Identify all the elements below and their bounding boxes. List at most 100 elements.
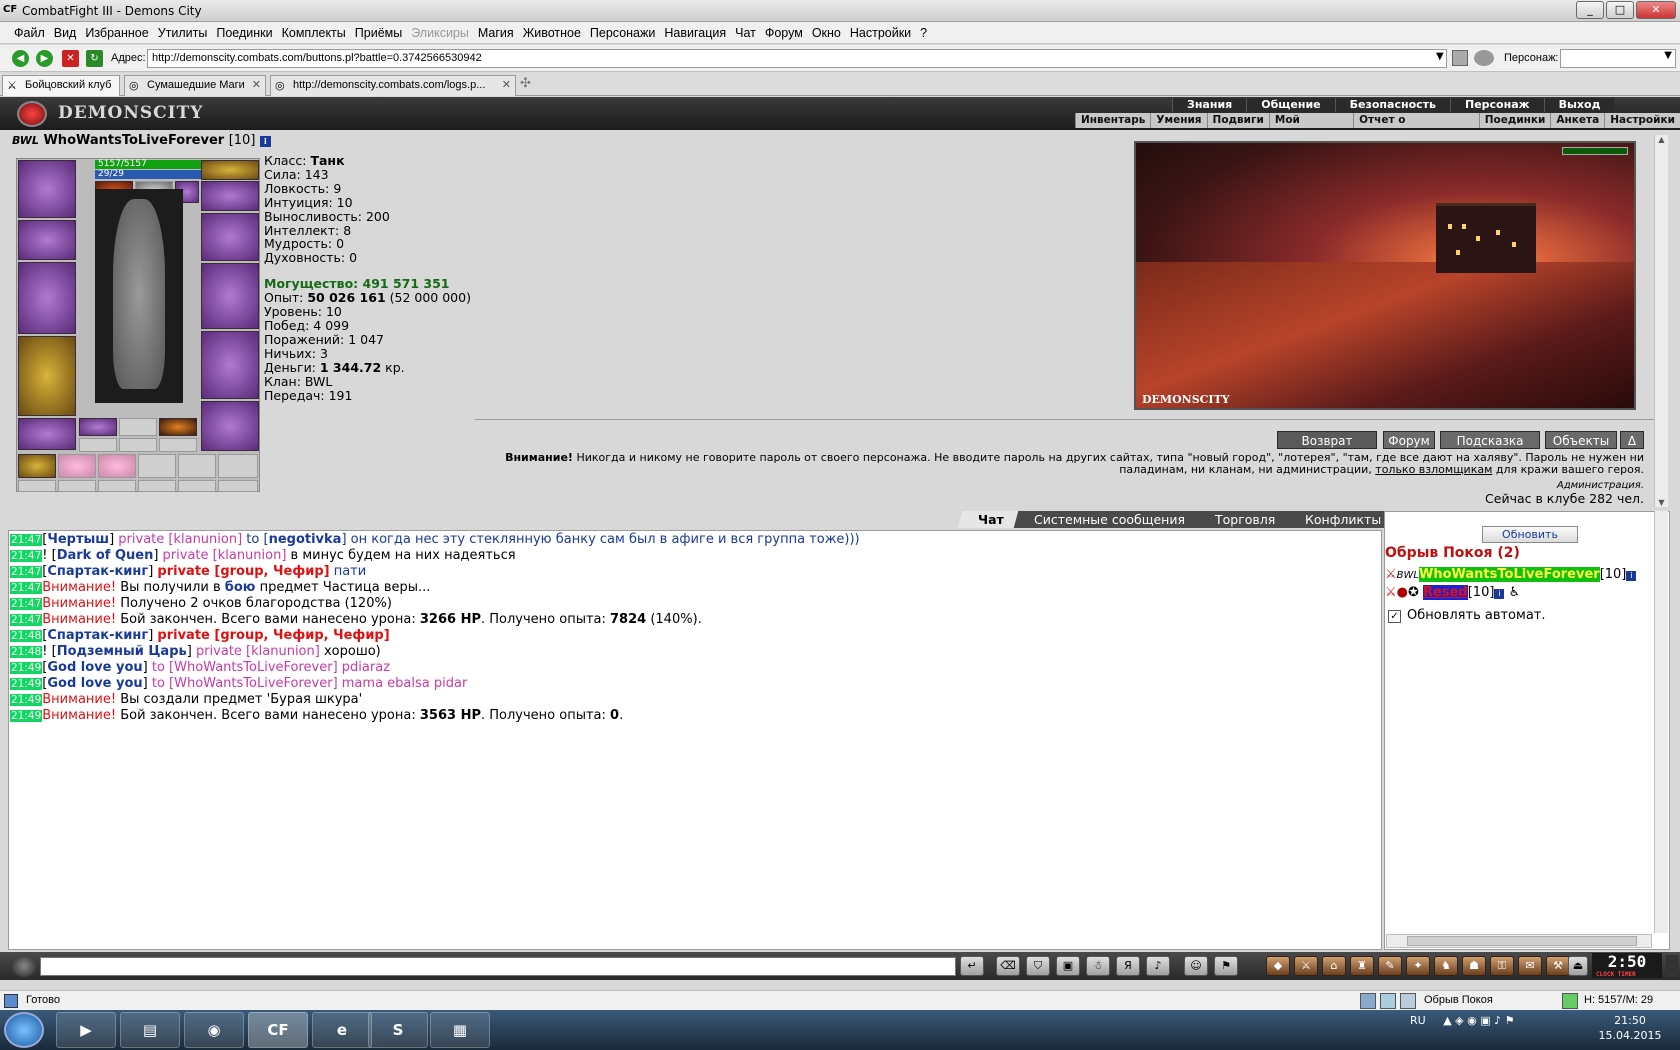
player-name[interactable]: WhoWantsToLiveForever bbox=[1418, 567, 1600, 582]
hunt-icon[interactable]: ☗ bbox=[1462, 956, 1486, 976]
tab-mad-mages[interactable]: ◎ Сумашедшие Маги ✕ bbox=[124, 75, 266, 96]
lock-icon[interactable]: ⚿ bbox=[1490, 956, 1514, 976]
main-scrollbar[interactable]: ▲ ▼ bbox=[1654, 135, 1668, 507]
game-submenu-item[interactable]: Настройки bbox=[1604, 113, 1680, 128]
timestamp[interactable]: 21:49 bbox=[10, 662, 43, 674]
timestamp[interactable]: 21:49 bbox=[10, 694, 43, 706]
menu-item-2[interactable]: Избранное bbox=[85, 26, 148, 40]
tab-logs[interactable]: ◎ http://demonscity.combats.com/logs.p..… bbox=[270, 75, 516, 96]
empty-slot[interactable] bbox=[18, 480, 56, 492]
delta-button[interactable]: Δ bbox=[1620, 431, 1644, 449]
auto-update-checkbox[interactable]: ✓ bbox=[1388, 610, 1401, 623]
users-icon[interactable] bbox=[1474, 50, 1494, 66]
ie-icon[interactable] bbox=[1452, 50, 1468, 66]
chat-nick[interactable]: Подземный Царь bbox=[57, 644, 187, 659]
chat-nick[interactable]: Спартак-кинг bbox=[47, 564, 148, 579]
exit-icon[interactable]: ⏏ bbox=[1568, 956, 1588, 976]
room-horizontal-scrollbar[interactable] bbox=[1386, 934, 1652, 948]
empty-slot[interactable] bbox=[218, 454, 258, 478]
tray-icons[interactable]: ▲ ◈ ◉ ▣ ♪ ⚑ bbox=[1443, 1014, 1514, 1027]
timestamp[interactable]: 21:47 bbox=[10, 582, 43, 594]
menu-item-13[interactable]: Форум bbox=[765, 26, 803, 40]
sound-icon[interactable]: ♪ bbox=[1146, 956, 1170, 976]
forum-button[interactable]: Форум bbox=[1383, 431, 1435, 449]
smile-icon[interactable]: ☺ bbox=[1184, 956, 1208, 976]
game-submenu-item[interactable]: Инвентарь bbox=[1075, 113, 1150, 128]
media-player-icon[interactable]: ▶ bbox=[56, 1012, 116, 1048]
empty-slot[interactable] bbox=[138, 454, 176, 478]
timestamp[interactable]: 21:47 bbox=[10, 534, 43, 546]
menu-item-15[interactable]: Настройки bbox=[850, 26, 911, 40]
start-button-icon[interactable] bbox=[4, 1012, 44, 1048]
translit-icon[interactable]: Я bbox=[1116, 956, 1140, 976]
armor-slot[interactable] bbox=[18, 336, 76, 416]
scroll-slot[interactable] bbox=[18, 454, 56, 478]
amulet-slot[interactable] bbox=[201, 160, 259, 180]
chat-tab[interactable]: Системные сообщения bbox=[1013, 511, 1206, 528]
close-tab-icon[interactable]: ✕ bbox=[502, 78, 511, 91]
menu-item-3[interactable]: Утилиты bbox=[158, 26, 208, 40]
list-icon[interactable] bbox=[1380, 993, 1396, 1009]
language-indicator[interactable]: RU bbox=[1410, 1014, 1426, 1027]
chat-nick[interactable]: God love you bbox=[47, 676, 142, 691]
empty-slot[interactable] bbox=[58, 480, 96, 492]
game-submenu-item[interactable]: Поединки bbox=[1478, 113, 1551, 128]
timestamp[interactable]: 21:49 bbox=[10, 678, 43, 690]
item-slot[interactable] bbox=[79, 418, 117, 436]
close-button[interactable]: ✕ bbox=[1636, 1, 1676, 19]
game-menu-item[interactable]: Общение bbox=[1246, 98, 1334, 112]
fight-icon[interactable]: ⚔ bbox=[1294, 956, 1318, 976]
menu-item-6[interactable]: Приёмы bbox=[355, 26, 402, 40]
menu-item-10[interactable]: Персонажи bbox=[590, 26, 655, 40]
clan-icon[interactable]: ⚑ bbox=[1214, 956, 1238, 976]
refresh-icon[interactable]: ↻ bbox=[86, 50, 103, 67]
empty-slot[interactable] bbox=[178, 454, 216, 478]
chat-input[interactable] bbox=[40, 957, 956, 976]
send-icon[interactable]: ↵ bbox=[960, 956, 984, 976]
chrome-icon[interactable]: ◉ bbox=[184, 1012, 244, 1048]
room-scrollbar[interactable] bbox=[1654, 511, 1668, 933]
timestamp[interactable]: 21:49 bbox=[10, 710, 43, 722]
menu-item-1[interactable]: Вид bbox=[54, 26, 77, 40]
potion-slot[interactable] bbox=[58, 454, 96, 478]
warning-link[interactable]: только взломщикам bbox=[1375, 463, 1492, 476]
game-menu-item[interactable]: Выход bbox=[1543, 98, 1615, 112]
shirt-slot[interactable] bbox=[201, 181, 259, 211]
timestamp[interactable]: 21:47 bbox=[10, 598, 43, 610]
shield-slot[interactable] bbox=[201, 263, 259, 329]
game-submenu-item[interactable]: Отчет о переводах bbox=[1353, 113, 1479, 141]
sync-icon[interactable] bbox=[1360, 993, 1376, 1009]
gloves-slot[interactable] bbox=[201, 213, 259, 261]
chat-nick[interactable]: negotivka bbox=[269, 532, 342, 547]
empty-slot[interactable] bbox=[178, 480, 216, 492]
forward-icon[interactable]: ▶ bbox=[36, 50, 53, 67]
eraser-icon[interactable]: ⌫ bbox=[996, 956, 1020, 976]
internet-explorer-icon[interactable]: e bbox=[312, 1012, 372, 1048]
magic-icon[interactable]: ✦ bbox=[1406, 956, 1430, 976]
inventory-icon[interactable]: ◆ bbox=[1266, 956, 1290, 976]
return-button[interactable]: Возврат bbox=[1277, 431, 1377, 449]
chat-nick[interactable]: God love you bbox=[47, 660, 142, 675]
empty-slot[interactable] bbox=[218, 480, 258, 492]
chat-tab[interactable]: Торговля bbox=[1194, 511, 1296, 528]
menu-item-5[interactable]: Комплекты bbox=[282, 26, 346, 40]
scroll-icon[interactable]: ✎ bbox=[1378, 956, 1402, 976]
timestamp[interactable]: 21:48 bbox=[10, 630, 43, 642]
system-clock[interactable]: 21:50 15.04.2015 bbox=[1590, 1013, 1670, 1043]
tools-icon[interactable]: ⚒ bbox=[1546, 956, 1570, 976]
game-submenu-item[interactable]: Подвиги bbox=[1206, 113, 1269, 128]
timestamp[interactable]: 21:48 bbox=[10, 646, 43, 658]
rune-slot[interactable] bbox=[159, 438, 197, 452]
menu-item-7[interactable]: Эликсиры bbox=[411, 26, 469, 40]
emote-icon[interactable]: ☃ bbox=[1086, 956, 1110, 976]
stop-icon[interactable]: ✕ bbox=[62, 50, 79, 67]
menu-item-0[interactable]: Файл bbox=[14, 26, 45, 40]
menu-item-12[interactable]: Чат bbox=[735, 26, 756, 40]
boots-slot[interactable] bbox=[201, 401, 259, 451]
weapon-slot[interactable] bbox=[18, 262, 76, 334]
filter-icon[interactable]: ⛉ bbox=[1026, 956, 1050, 976]
chat-nick[interactable]: Чертыш bbox=[47, 532, 109, 547]
minimize-button[interactable]: _ bbox=[1576, 1, 1604, 19]
close-tab-icon[interactable]: ✕ bbox=[252, 78, 261, 91]
empty-slot[interactable] bbox=[138, 480, 176, 492]
